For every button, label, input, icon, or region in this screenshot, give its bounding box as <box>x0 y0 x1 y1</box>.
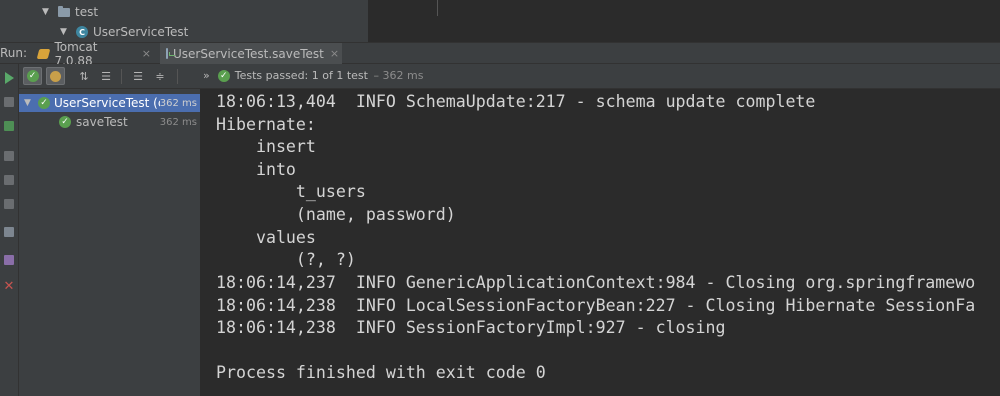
console-line: insert <box>216 137 316 156</box>
test-name: UserServiceTest (c <box>54 96 160 110</box>
test-duration: 362 ms <box>159 97 197 109</box>
console-line: 18:06:13,404 INFO SchemaUpdate:217 - sch… <box>216 92 816 111</box>
passed-icon: ✓ <box>59 116 71 128</box>
console-line: values <box>216 228 316 247</box>
close-run-button[interactable]: ✕ <box>0 276 18 296</box>
toolbar-separator <box>121 69 122 84</box>
expand-all-button[interactable]: ☰ <box>129 67 147 85</box>
test-results-tree: ▼ ✓ UserServiceTest (c 362 ms ✓ saveTest… <box>19 89 201 396</box>
sort-alpha-button[interactable]: ⇅ <box>75 67 93 85</box>
expand-triangle-icon[interactable]: ▼ <box>24 98 34 108</box>
expand-triangle-icon[interactable]: ▼ <box>60 27 70 37</box>
sort-duration-button[interactable]: ☰ <box>97 67 115 85</box>
tab-tomcat[interactable]: Tomcat 7.0.88 × <box>32 40 157 68</box>
rerun-failed-icon <box>4 121 14 131</box>
show-passed-toggle[interactable]: ✓ <box>23 67 42 85</box>
test-tree-child[interactable]: ✓ saveTest 362 ms <box>19 113 200 131</box>
console-line: into <box>216 160 296 179</box>
test-duration: 362 ms <box>159 116 197 128</box>
sort-duration-icon: ☰ <box>101 69 111 83</box>
check-icon: ✓ <box>26 70 39 82</box>
tree-item-test-folder[interactable]: ▼ test <box>42 3 98 21</box>
tab-label: UserServiceTest.saveTest <box>173 46 324 61</box>
expand-triangle-icon[interactable]: ▼ <box>42 7 52 17</box>
pause-button[interactable] <box>0 146 18 166</box>
toolbar-separator <box>177 69 178 84</box>
layout-icon <box>4 227 14 237</box>
class-icon: C <box>76 26 88 38</box>
project-tree-panel: ▼ test ▼ C UserServiceTest <box>0 0 369 42</box>
console-line: 18:06:14,238 INFO SessionFactoryImpl:927… <box>216 318 726 337</box>
tomcat-icon <box>36 48 51 59</box>
passed-icon: ✓ <box>217 69 230 82</box>
tab-userservicetest-savetest[interactable]: UserServiceTest.saveTest × <box>160 43 342 64</box>
status-count: 1 of 1 test <box>311 69 368 82</box>
stop-icon <box>4 97 14 107</box>
passed-icon: ✓ <box>38 97 50 109</box>
status-time: – 362 ms <box>373 69 424 82</box>
run-tab-bar: Run: Tomcat 7.0.88 × UserServiceTest.sav… <box>0 40 1000 68</box>
run-label: Run: <box>0 46 28 60</box>
rerun-failed-button[interactable] <box>0 116 18 136</box>
status-prefix: Tests passed: <box>234 69 309 82</box>
stop-button[interactable] <box>0 92 18 112</box>
ignored-icon <box>50 70 61 82</box>
test-tree-root[interactable]: ▼ ✓ UserServiceTest (c 362 ms <box>19 94 200 112</box>
close-icon[interactable]: × <box>142 47 151 60</box>
console-output[interactable]: 18:06:13,404 INFO SchemaUpdate:217 - sch… <box>201 89 1000 396</box>
dump-button[interactable] <box>0 170 18 190</box>
close-icon: ✕ <box>3 278 15 294</box>
exit-icon <box>4 199 14 209</box>
run-side-toolbar: ✕ <box>0 64 19 396</box>
sort-alpha-icon: ⇅ <box>79 69 89 83</box>
play-icon <box>4 72 14 84</box>
test-name: saveTest <box>76 115 128 129</box>
console-line: 18:06:14,238 INFO LocalSessionFactoryBea… <box>216 296 976 315</box>
tree-item-label: UserServiceTest <box>93 25 189 39</box>
junit-icon <box>166 48 175 59</box>
pin-button[interactable] <box>0 250 18 270</box>
show-ignored-toggle[interactable] <box>46 67 65 85</box>
console-line: (name, password) <box>216 205 456 224</box>
collapse-all-icon: ≑ <box>155 69 165 83</box>
folder-icon <box>58 5 70 17</box>
divider <box>437 0 438 16</box>
pause-icon <box>4 151 14 161</box>
tree-item-label: test <box>75 5 99 19</box>
console-line: (?, ?) <box>216 250 356 269</box>
rerun-button[interactable] <box>0 68 18 88</box>
test-runner-toolbar: ✓ ⇅ ☰ ☰ ≑ » ✓ Tests passed: 1 of 1 test … <box>19 64 1000 89</box>
test-status: » ✓ Tests passed: 1 of 1 test – 362 ms <box>203 69 423 82</box>
tree-item-userservicetest[interactable]: ▼ C UserServiceTest <box>60 23 188 41</box>
collapse-all-button[interactable]: ≑ <box>151 67 169 85</box>
overflow-chevron-icon[interactable]: » <box>203 69 210 82</box>
close-icon[interactable]: × <box>330 47 339 60</box>
layout-button[interactable] <box>0 222 18 242</box>
console-line: t_users <box>216 182 366 201</box>
console-line: Process finished with exit code 0 <box>216 363 546 382</box>
expand-all-icon: ☰ <box>133 69 143 83</box>
pin-icon <box>4 255 14 265</box>
dump-icon <box>4 175 14 185</box>
console-line: Hibernate: <box>216 115 316 134</box>
console-line: 18:06:14,237 INFO GenericApplicationCont… <box>216 273 976 292</box>
editor-area-top <box>369 0 1000 42</box>
exit-button[interactable] <box>0 194 18 214</box>
